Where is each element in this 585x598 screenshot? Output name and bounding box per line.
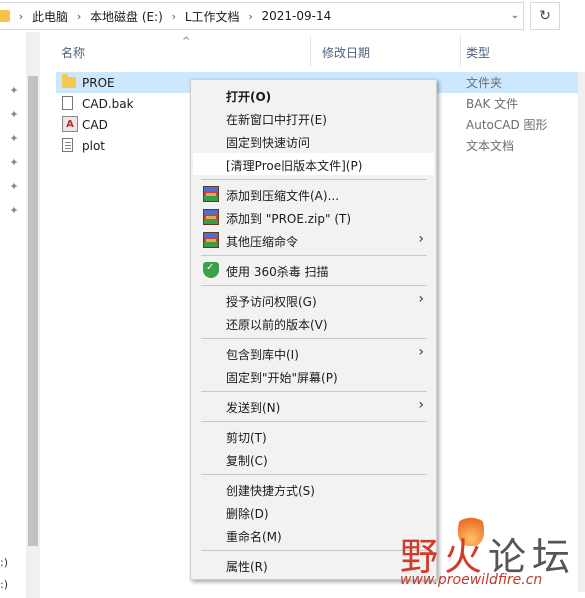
column-header: ^ 名称 修改日期 类型 <box>44 36 585 66</box>
watermark-logo: 野火论坛 www.proewildfire.cn <box>398 512 585 598</box>
menu-item-restore-previous[interactable]: 还原以前的版本(V) <box>193 312 434 334</box>
menu-item-label: 还原以前的版本(V) <box>226 318 328 332</box>
chevron-right-icon[interactable]: › <box>244 10 258 23</box>
chevron-right-icon[interactable]: › <box>72 10 86 23</box>
menu-item-open-new-window[interactable]: 在新窗口中打开(E) <box>193 107 434 129</box>
pin-icon[interactable]: ✦ <box>9 85 19 97</box>
menu-item-label: 发送到(N) <box>226 401 281 415</box>
chevron-right-icon: › <box>418 291 424 307</box>
pin-icon[interactable]: ✦ <box>9 181 19 193</box>
menu-item-label: 固定到快速访问 <box>226 136 311 150</box>
menu-item-open[interactable]: 打开(O) <box>193 84 434 106</box>
file-name: CAD.bak <box>82 96 134 111</box>
menu-item-clean-proe[interactable]: [清理Proe旧版本文件](P) <box>193 153 434 175</box>
menu-separator <box>201 285 427 286</box>
chevron-right-icon: › <box>418 344 424 360</box>
360-shield-icon <box>203 262 219 278</box>
file-type: BAK 文件 <box>466 97 519 111</box>
pin-icon[interactable]: ✦ <box>9 205 19 217</box>
column-divider[interactable] <box>460 36 461 66</box>
chevron-right-icon[interactable]: › <box>167 10 181 23</box>
menu-separator <box>201 421 427 422</box>
column-modified[interactable]: 修改日期 <box>322 44 370 61</box>
drive-label[interactable]: :) <box>0 556 8 569</box>
folder-icon <box>62 74 76 88</box>
menu-item-label: 重命名(M) <box>226 530 282 544</box>
file-type: 文本文档 <box>466 139 515 153</box>
navigation-scrollbar-thumb[interactable] <box>28 76 38 546</box>
menu-item-grant-access[interactable]: 授予访问权限(G) › <box>193 289 434 311</box>
file-type: 文件夹 <box>466 76 503 90</box>
refresh-icon[interactable]: ↻ <box>530 2 560 30</box>
menu-item-label: 打开(O) <box>226 90 272 104</box>
menu-item-label: 在新窗口中打开(E) <box>226 113 327 127</box>
menu-item-pin-start[interactable]: 固定到"开始"屏幕(P) <box>193 365 434 387</box>
menu-item-create-shortcut[interactable]: 创建快捷方式(S) <box>193 478 434 500</box>
file-name: CAD <box>82 117 108 132</box>
menu-item-pin-quick-access[interactable]: 固定到快速访问 <box>193 130 434 152</box>
menu-item-other-compress[interactable]: 其他压缩命令 › <box>193 229 434 251</box>
folder-icon <box>0 10 10 22</box>
menu-separator <box>201 474 427 475</box>
column-divider[interactable] <box>310 36 311 66</box>
file-name: PROE <box>82 75 115 90</box>
menu-separator <box>201 255 427 256</box>
text-file-icon <box>62 138 73 152</box>
breadcrumb-work-docs[interactable]: L工作文档 <box>185 8 240 25</box>
menu-separator <box>201 179 427 180</box>
breadcrumb-drive-e[interactable]: 本地磁盘 (E:) <box>90 8 163 25</box>
breadcrumb[interactable]: › 此电脑 › 本地磁盘 (E:) › L工作文档 › 2021-09-14 <box>0 2 524 30</box>
chevron-right-icon: › <box>418 397 424 413</box>
menu-item-label: 包含到库中(I) <box>226 348 299 362</box>
menu-item-include-library[interactable]: 包含到库中(I) › <box>193 342 434 364</box>
menu-item-label: 添加到压缩文件(A)... <box>226 189 340 203</box>
menu-item-label: 授予访问权限(G) <box>226 295 317 309</box>
winrar-icon <box>203 186 219 202</box>
menu-separator <box>201 338 427 339</box>
menu-item-label: 使用 360杀毒 扫描 <box>226 265 329 279</box>
winrar-icon <box>203 232 219 248</box>
menu-item-add-to-archive[interactable]: 添加到压缩文件(A)... <box>193 183 434 205</box>
winrar-icon <box>203 209 219 225</box>
menu-item-label: 添加到 "PROE.zip" (T) <box>226 212 352 226</box>
menu-separator <box>201 391 427 392</box>
menu-item-label: 创建快捷方式(S) <box>226 484 315 498</box>
explorer-window: › 此电脑 › 本地磁盘 (E:) › L工作文档 › 2021-09-14 ⌄… <box>0 0 585 598</box>
watermark-url: www.proewildfire.cn <box>400 572 543 588</box>
sort-up-icon: ^ <box>182 36 191 47</box>
autocad-icon: A <box>62 116 78 132</box>
context-menu: 打开(O) 在新窗口中打开(E) 固定到快速访问 [清理Proe旧版本文件](P… <box>190 79 437 580</box>
breadcrumb-date-folder[interactable]: 2021-09-14 <box>262 9 332 23</box>
menu-item-add-to-zip[interactable]: 添加到 "PROE.zip" (T) <box>193 206 434 228</box>
column-type[interactable]: 类型 <box>466 44 490 61</box>
chevron-down-icon[interactable]: ⌄ <box>506 2 524 28</box>
menu-item-label: 复制(C) <box>226 454 268 468</box>
menu-item-label: 固定到"开始"屏幕(P) <box>226 371 338 385</box>
breadcrumb-this-pc[interactable]: 此电脑 <box>32 8 68 25</box>
menu-item-label: 其他压缩命令 <box>226 235 299 249</box>
menu-item-copy[interactable]: 复制(C) <box>193 448 434 470</box>
menu-item-label: 剪切(T) <box>226 431 267 445</box>
column-name[interactable]: 名称 <box>61 44 85 61</box>
pin-icon[interactable]: ✦ <box>9 157 19 169</box>
chevron-right-icon: › <box>418 231 424 247</box>
menu-item-cut[interactable]: 剪切(T) <box>193 425 434 447</box>
menu-item-label: [清理Proe旧版本文件](P) <box>226 159 363 173</box>
address-bar: › 此电脑 › 本地磁盘 (E:) › L工作文档 › 2021-09-14 ⌄… <box>0 0 585 32</box>
pin-icon[interactable]: ✦ <box>9 109 19 121</box>
file-type: AutoCAD 图形 <box>466 118 548 132</box>
menu-item-send-to[interactable]: 发送到(N) › <box>193 395 434 417</box>
menu-item-label: 属性(R) <box>226 560 268 574</box>
menu-item-scan-360[interactable]: 使用 360杀毒 扫描 <box>193 259 434 281</box>
menu-separator <box>201 550 427 551</box>
drive-label[interactable]: :) <box>0 578 8 591</box>
chevron-right-icon[interactable]: › <box>14 10 28 23</box>
file-icon <box>62 96 73 110</box>
file-name: plot <box>82 138 105 153</box>
pin-icon[interactable]: ✦ <box>9 133 19 145</box>
menu-item-label: 删除(D) <box>226 507 269 521</box>
